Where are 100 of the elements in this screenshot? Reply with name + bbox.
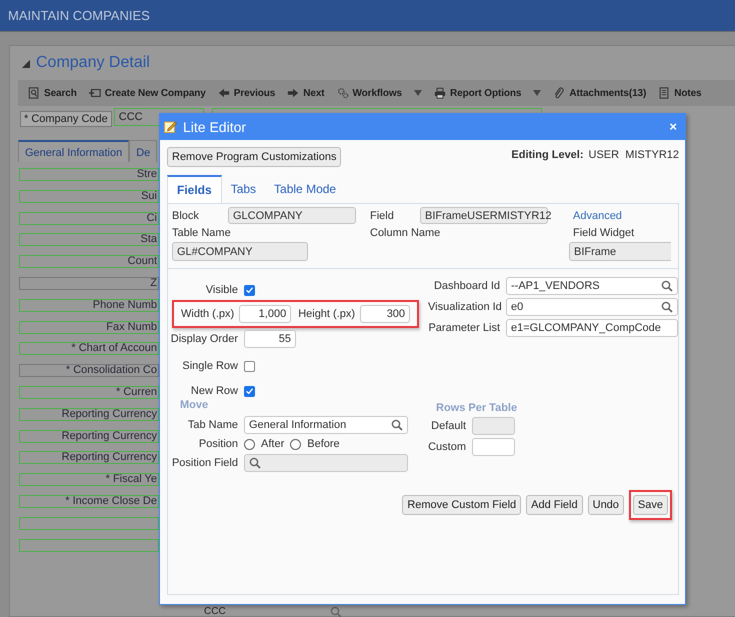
close-button[interactable]: × — [669, 119, 677, 134]
custom-rows-field[interactable] — [472, 438, 515, 456]
field-label: New Row — [190, 385, 238, 397]
document-icon[interactable] — [658, 87, 670, 99]
editing-level-label: Editing Level: — [511, 149, 584, 161]
field-label: Reporting Currency — [19, 451, 159, 464]
printer-icon[interactable] — [434, 87, 446, 99]
section-title: Rows Per Table — [436, 402, 518, 414]
radio-button[interactable] — [290, 438, 302, 450]
field-label: Custom — [428, 441, 466, 453]
toolbar-button[interactable]: Workflows — [352, 88, 410, 98]
section-title: Move — [180, 399, 210, 411]
right-arrow-icon[interactable] — [287, 87, 300, 99]
page-title: MAINTAIN COMPANIES — [8, 8, 150, 23]
table-name-field: GL#COMPANY — [172, 242, 308, 261]
toolbar-button[interactable]: Previous — [234, 88, 284, 98]
height-field[interactable]: 300 — [360, 305, 410, 323]
search-icon[interactable] — [391, 419, 403, 431]
field-label: Position Field — [170, 457, 238, 469]
pencil-icon — [164, 120, 177, 133]
field-label: Stre — [19, 168, 159, 181]
field-label: * Chart of Accoun — [19, 342, 159, 356]
field-label: Field Widget — [573, 227, 636, 239]
field-label: Fax Numb — [19, 320, 159, 334]
toolbar-button[interactable]: Notes — [674, 88, 710, 98]
paperclip-icon[interactable] — [553, 87, 566, 99]
field-value: e0 — [511, 301, 524, 313]
tab-name-field[interactable]: General Information — [244, 416, 408, 434]
input-field[interactable]: CCC — [190, 606, 350, 617]
search-icon[interactable] — [330, 606, 342, 617]
toolbar-button[interactable]: Attachments(13) — [569, 88, 654, 98]
tab[interactable]: Tabs — [222, 175, 266, 203]
add-record-icon[interactable] — [88, 87, 101, 99]
display-order-field[interactable]: 55 — [244, 330, 296, 348]
collapse-icon[interactable] — [21, 58, 30, 68]
panel-title: Company Detail — [36, 54, 150, 72]
field-widget-field: BIFrame — [569, 242, 671, 261]
field-label: Reporting Currency — [19, 430, 159, 443]
action-button[interactable]: Undo — [588, 495, 624, 515]
field-label: Width (.px) — [181, 308, 234, 320]
search-icon[interactable] — [28, 87, 40, 99]
remove-customizations-button[interactable]: Remove Program Customizations — [167, 147, 342, 167]
field-label: Single Row — [181, 360, 238, 372]
toolbar-button[interactable]: Next — [303, 88, 333, 98]
editing-level-value: USER MISTYR12 — [588, 149, 679, 161]
gears-icon[interactable] — [336, 87, 349, 99]
checkbox[interactable] — [244, 284, 255, 296]
field-label: Count — [19, 255, 159, 268]
action-button[interactable]: Add Field — [526, 495, 583, 515]
field-label: Reporting Currency — [19, 408, 159, 421]
field-label: Column Name — [370, 227, 442, 239]
checkbox[interactable] — [244, 386, 255, 396]
field-label: Field — [370, 210, 395, 222]
field-value: General Information — [249, 419, 346, 431]
field-label: * Fiscal Ye — [19, 473, 159, 486]
field-label: Z — [19, 276, 159, 290]
radio-button[interactable] — [244, 438, 255, 450]
field-value: CCC — [204, 606, 226, 617]
toolbar-button[interactable]: Create New Company — [104, 88, 214, 98]
search-icon[interactable] — [661, 301, 673, 313]
parameter-list-field[interactable]: e1=GLCOMPANY_CompCode — [506, 319, 678, 337]
toolbar-button[interactable]: Search — [44, 88, 85, 98]
field-label: * Consolidation Co — [19, 364, 159, 378]
field-label: * Company Code — [20, 111, 112, 127]
field-label: Parameter List — [428, 322, 500, 334]
block-field: GLCOMPANY — [228, 207, 356, 224]
field-label: Sui — [19, 190, 159, 203]
field-label: Table Name — [172, 227, 232, 239]
action-button[interactable]: Remove Custom Field — [402, 495, 522, 515]
field-label: * Curren — [19, 386, 159, 399]
field-label: Sta — [19, 233, 159, 246]
field-label: Display Order — [170, 333, 238, 345]
checkbox[interactable] — [244, 360, 255, 372]
toolbar-button[interactable]: Report Options — [450, 88, 530, 98]
caret-icon[interactable] — [414, 90, 422, 96]
field-value: --AP1_VENDORS — [511, 280, 600, 292]
field-label: Phone Numb — [19, 298, 159, 312]
field-label: Ci — [19, 212, 159, 225]
width-field[interactable]: 1,000 — [239, 305, 292, 323]
field-label: Visualization Id — [428, 301, 500, 313]
field-label: Visible — [204, 284, 238, 296]
visualization-id-field[interactable]: e0 — [506, 298, 678, 316]
field-label: Tab Name — [186, 419, 238, 431]
tab[interactable]: Fields — [167, 175, 222, 203]
tab[interactable]: General Information — [18, 140, 130, 162]
option-label: After — [261, 438, 284, 450]
field-label: Position — [198, 438, 238, 450]
advanced-link[interactable]: Advanced — [573, 210, 678, 222]
option-label: Before — [307, 438, 340, 450]
tab[interactable]: Table Mode — [265, 175, 346, 203]
field-label: Block — [172, 210, 200, 222]
field-label: * Income Close De — [19, 494, 159, 508]
tab[interactable]: De — [129, 140, 158, 162]
left-arrow-icon[interactable] — [218, 87, 230, 99]
search-icon[interactable] — [661, 280, 673, 292]
field-label: Default — [430, 420, 466, 432]
field-label: Height (.px) — [298, 308, 356, 320]
caret-icon[interactable] — [533, 90, 542, 96]
action-button[interactable]: Save — [632, 495, 668, 515]
dashboard-id-field[interactable]: --AP1_VENDORS — [506, 277, 678, 295]
